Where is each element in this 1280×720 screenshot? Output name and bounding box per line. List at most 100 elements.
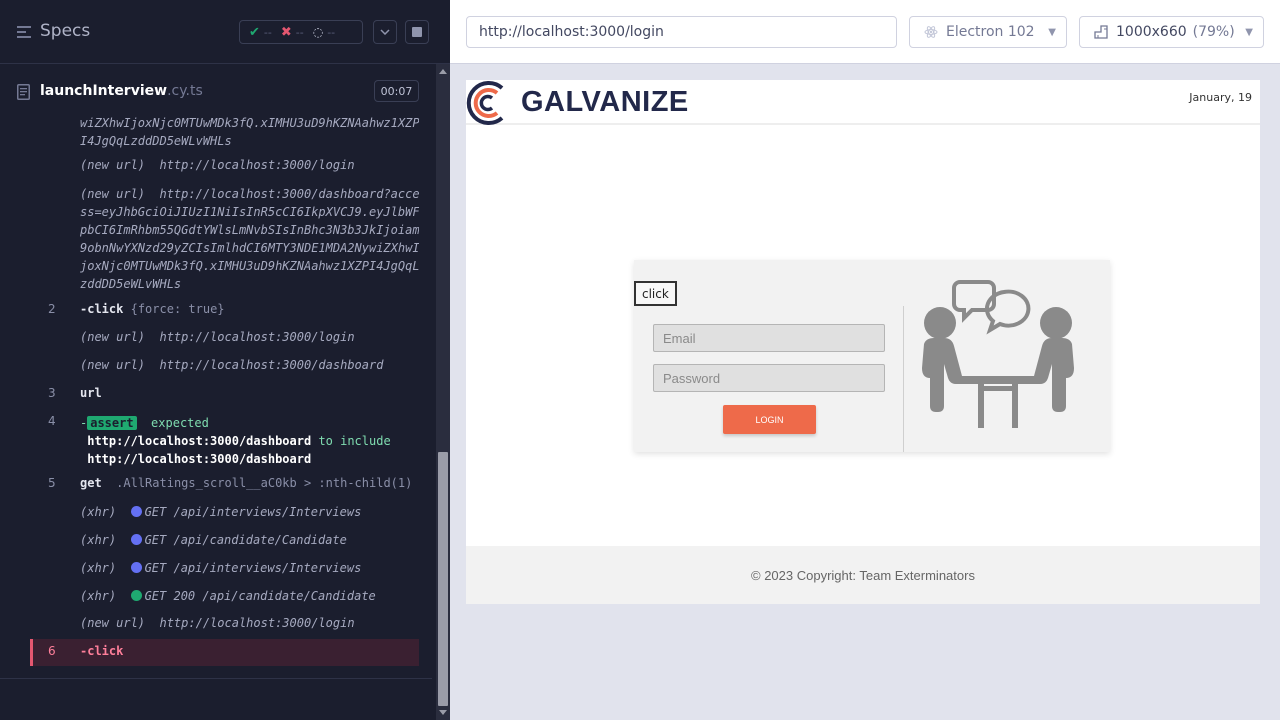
log-step-6-active[interactable]: 6 -click (30, 639, 419, 666)
xhr-text: GET /api/candidate/Candidate (144, 533, 347, 547)
log-message: (new url) http://localhost:3000/login (80, 616, 355, 630)
failed-count: -- (295, 25, 304, 39)
log-step-4-assert[interactable]: 4 - assert expected http://localhost:3000… (30, 414, 419, 466)
log-prefix: (new url) (80, 358, 146, 372)
command-name: url (80, 386, 102, 400)
assert-message: - assert expected http://localhost:3000/d… (80, 414, 419, 468)
viewport-zoom: (79%) (1192, 24, 1235, 40)
login-button[interactable]: LOGIN (723, 405, 816, 434)
assert-to-include: to include (318, 434, 391, 448)
scroll-thumb[interactable] (438, 452, 448, 706)
log-url: http://localhost:3000/dashboard?access=e… (80, 187, 419, 291)
log-prefix: (xhr) (80, 533, 117, 547)
log-prefix: (xhr) (80, 561, 117, 575)
log-url: http://localhost:3000/login (159, 330, 355, 344)
password-field[interactable]: Password (653, 364, 885, 392)
assert-target: http://localhost:3000/dashboard (87, 452, 312, 466)
step-number: 6 (48, 644, 56, 658)
assert-actual: http://localhost:3000/dashboard (87, 434, 312, 448)
command-name: get (80, 476, 102, 490)
pending-stat: ◌ -- (313, 25, 335, 39)
log-message: (xhr) GET 200 /api/candidate/Candidate (80, 589, 376, 603)
specs-title[interactable]: Specs (40, 21, 90, 41)
command-args: {force: true} (130, 302, 225, 316)
pending-dot-icon (130, 562, 142, 573)
click-snapshot-label: click (634, 281, 677, 306)
check-icon: ✔ (249, 24, 260, 40)
scroll-up-icon[interactable] (439, 69, 447, 74)
log-message: (new url) http://localhost:3000/login (80, 330, 355, 344)
login-card: Email Password LOGIN click (634, 260, 1110, 452)
specs-menu-icon[interactable] (17, 26, 31, 38)
xhr-text: GET /api/interviews/Interviews (144, 561, 362, 575)
token-continuation[interactable]: wiZXhwIjoxNjc0MTUwMDk3fQ.xIMHU3uD9hKZNAa… (80, 117, 419, 150)
passed-count: -- (263, 25, 272, 39)
reporter-footer-divider (0, 678, 432, 679)
step-number: 3 (48, 386, 56, 400)
galvanize-logo[interactable]: GALVANIZE (521, 86, 689, 119)
success-dot-icon (130, 590, 142, 601)
pending-dot-icon (130, 506, 142, 517)
browser-selector[interactable]: Electron 102 ▼ (909, 16, 1067, 48)
collapse-button[interactable] (373, 20, 397, 44)
chevron-down-icon: ▼ (1048, 26, 1056, 38)
galvanize-logo-icon (466, 81, 504, 125)
scroll-down-icon[interactable] (439, 710, 447, 715)
pending-dot-icon (130, 534, 142, 545)
stop-button[interactable] (405, 20, 429, 44)
log-message: (xhr) GET /api/candidate/Candidate (80, 533, 347, 547)
log-row-new-url-dashboard[interactable]: (new url) http://localhost:3000/dashboar… (80, 185, 419, 293)
chevron-down-icon: ▼ (1245, 26, 1253, 38)
assert-badge: assert (87, 416, 137, 430)
spec-name: launchInterview.cy.ts (40, 83, 203, 99)
aut-url-bar[interactable]: http://localhost:3000/login (466, 16, 897, 48)
app-under-test-panel: http://localhost:3000/login Electron 102… (450, 0, 1280, 720)
reporter-header: Specs ✔ -- ✖ -- ◌ -- (0, 0, 450, 64)
browser-name: Electron 102 (946, 24, 1035, 40)
app-footer: © 2023 Copyright: Team Exterminators (466, 546, 1260, 604)
xhr-text: GET /api/interviews/Interviews (144, 505, 362, 519)
card-divider (903, 306, 904, 452)
log-prefix: (new url) (80, 330, 146, 344)
command-selector: .AllRatings_scroll__aC0kb > :nth-child(1… (116, 476, 413, 490)
viewport-size: 1000x660 (1116, 24, 1187, 40)
log-scrollbar[interactable] (436, 64, 450, 720)
electron-icon (924, 26, 938, 38)
stop-icon (412, 27, 422, 37)
log-url: http://localhost:3000/login (159, 616, 355, 630)
spec-file-row[interactable]: launchInterview.cy.ts 00:07 (0, 65, 432, 117)
pending-count: -- (327, 25, 336, 39)
xhr-text: GET 200 /api/candidate/Candidate (144, 589, 376, 603)
interview-illustration-icon (922, 280, 1074, 428)
nav-date: January, 19 (1189, 91, 1252, 104)
aut-iframe: GALVANIZE January, 19 Email Password LOG… (466, 80, 1260, 604)
test-stats: ✔ -- ✖ -- ◌ -- (239, 20, 363, 44)
log-message: (xhr) GET /api/interviews/Interviews (80, 505, 361, 519)
ruler-icon (1094, 25, 1108, 39)
aut-header: http://localhost:3000/login Electron 102… (450, 0, 1280, 64)
log-message: (new url) http://localhost:3000/dashboar… (80, 358, 383, 372)
app-navbar: GALVANIZE January, 19 (466, 80, 1260, 125)
step-command: -click {force: true} (80, 302, 225, 316)
spec-extension: .cy.ts (167, 83, 203, 99)
email-field[interactable]: Email (653, 324, 885, 352)
file-icon (17, 84, 30, 100)
step-command: get .AllRatings_scroll__aC0kb > :nth-chi… (80, 476, 412, 490)
command-log: wiZXhwIjoxNjc0MTUwMDk3fQ.xIMHU3uD9hKZNAa… (30, 117, 419, 670)
log-prefix: (new url) (80, 187, 146, 201)
viewport-selector[interactable]: 1000x660 (79%) ▼ (1079, 16, 1264, 48)
command-name: -click (80, 302, 124, 316)
x-icon: ✖ (280, 24, 292, 40)
log-prefix: (new url) (80, 158, 146, 172)
cypress-reporter: Specs ✔ -- ✖ -- ◌ -- launchInterview.cy.… (0, 0, 450, 720)
log-prefix: (new url) (80, 616, 146, 630)
step-number: 5 (48, 476, 56, 490)
log-message: (new url) http://localhost:3000/login (80, 158, 355, 172)
log-url: http://localhost:3000/login (159, 158, 355, 172)
spec-base-name: launchInterview (40, 83, 168, 99)
passed-stat: ✔ -- (249, 25, 272, 40)
log-message: (xhr) GET /api/interviews/Interviews (80, 561, 361, 575)
log-url: http://localhost:3000/dashboard (159, 358, 384, 372)
chevron-down-icon (380, 29, 390, 35)
failed-stat: ✖ -- (281, 25, 304, 40)
